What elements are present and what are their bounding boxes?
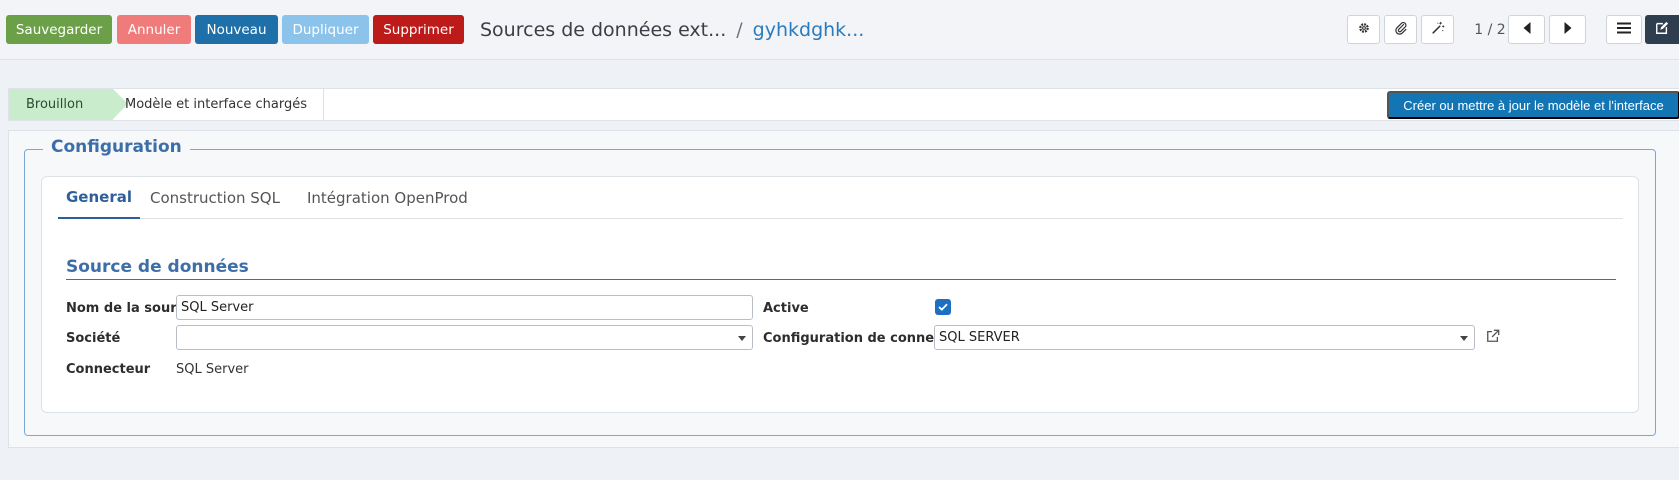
- caret-right-icon: [1563, 21, 1573, 39]
- company-select[interactable]: [176, 325, 753, 350]
- check-icon: [938, 300, 948, 315]
- breadcrumb: Sources de données ext... / gyhkdghk...: [480, 17, 864, 43]
- form-view-button[interactable]: [1645, 15, 1679, 44]
- list-view-button[interactable]: [1606, 15, 1642, 44]
- pager-previous-button[interactable]: [1508, 15, 1545, 44]
- wand-button[interactable]: [1421, 15, 1454, 44]
- edit-icon: [1655, 21, 1669, 39]
- pager-counter: 1 / 2: [1474, 22, 1506, 38]
- paperclip-icon: [1394, 21, 1408, 39]
- pager-next-button[interactable]: [1549, 15, 1586, 44]
- fieldset-title: Configuration: [43, 137, 190, 157]
- settings-button[interactable]: [1347, 15, 1380, 44]
- new-button[interactable]: Nouveau: [195, 15, 278, 44]
- stage-model-loaded[interactable]: Modèle et interface chargés: [117, 89, 324, 120]
- attachment-button[interactable]: [1384, 15, 1417, 44]
- section-title: Source de données: [66, 257, 1616, 280]
- breadcrumb-parent[interactable]: Sources de données ext...: [480, 19, 726, 41]
- notebook: General Construction SQL Intégration Ope…: [41, 176, 1639, 413]
- save-button[interactable]: Sauvegarder: [6, 15, 112, 44]
- control-bar: Sauvegarder Annuler Nouveau Dupliquer Su…: [0, 0, 1679, 60]
- breadcrumb-separator: /: [736, 19, 743, 41]
- stage-draft[interactable]: Brouillon: [9, 89, 128, 120]
- configuration-fieldset: Configuration General Construction SQL I…: [24, 137, 1656, 436]
- create-update-model-button[interactable]: Créer ou mettre à jour le modèle et l'in…: [1387, 91, 1679, 119]
- gear-icon: [1357, 21, 1371, 39]
- breadcrumb-current: gyhkdghk...: [752, 19, 865, 41]
- cancel-button[interactable]: Annuler: [117, 15, 191, 44]
- delete-button[interactable]: Supprimer: [373, 15, 464, 44]
- chevron-down-icon: [1460, 336, 1468, 341]
- active-checkbox[interactable]: [935, 299, 951, 315]
- tab-sql-construction[interactable]: Construction SQL: [142, 177, 288, 219]
- chevron-down-icon: [738, 336, 746, 341]
- form-sheet: Configuration General Construction SQL I…: [8, 130, 1679, 448]
- connector-label: Connecteur: [66, 362, 151, 377]
- tab-bar: General Construction SQL Intégration Ope…: [58, 177, 1623, 219]
- source-name-label: Nom de la source: [66, 301, 194, 316]
- caret-left-icon: [1522, 21, 1532, 39]
- magic-wand-icon: [1431, 21, 1445, 39]
- connection-config-select[interactable]: SQL SERVER: [934, 325, 1475, 350]
- company-label: Société: [66, 331, 121, 346]
- source-name-input[interactable]: SQL Server: [176, 295, 753, 320]
- duplicate-button[interactable]: Dupliquer: [282, 15, 369, 44]
- active-label: Active: [763, 301, 809, 316]
- tab-openprod-integration[interactable]: Intégration OpenProd: [299, 177, 476, 219]
- list-icon: [1617, 22, 1631, 38]
- connector-value: SQL Server: [176, 362, 249, 377]
- tab-general[interactable]: General: [58, 177, 140, 219]
- connection-config-value: SQL SERVER: [939, 330, 1020, 345]
- status-bar: Brouillon Modèle et interface chargés Cr…: [8, 88, 1679, 121]
- external-link-icon[interactable]: [1485, 328, 1501, 344]
